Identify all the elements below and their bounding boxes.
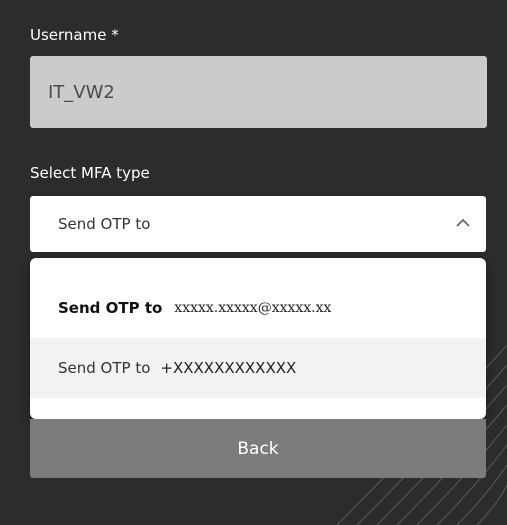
username-value: IT_VW2 — [48, 81, 115, 103]
username-label: Username * — [30, 26, 119, 44]
option-value: xxxxx.xxxxx@xxxxx.xx — [174, 300, 332, 316]
username-input[interactable]: IT_VW2 — [30, 56, 487, 128]
option-prefix: Send OTP to — [58, 299, 163, 317]
mfa-type-dropdown: Send OTP to xxxxx.xxxxx@xxxxx.xx Send OT… — [30, 258, 486, 419]
mfa-option-email[interactable]: Send OTP to xxxxx.xxxxx@xxxxx.xx — [30, 278, 486, 338]
mfa-type-select[interactable]: Send OTP to — [30, 196, 486, 252]
mfa-type-selected-value: Send OTP to — [58, 215, 151, 233]
back-button[interactable]: Back — [30, 419, 486, 478]
mfa-option-phone[interactable]: Send OTP to +XXXXXXXXXXXX — [30, 338, 486, 398]
mfa-type-label: Select MFA type — [30, 164, 150, 182]
option-prefix: Send OTP to — [58, 359, 151, 377]
login-panel: Username * IT_VW2 Select MFA type Send O… — [0, 0, 507, 525]
option-value: +XXXXXXXXXXXX — [160, 359, 297, 377]
chevron-up-icon[interactable] — [454, 214, 472, 232]
